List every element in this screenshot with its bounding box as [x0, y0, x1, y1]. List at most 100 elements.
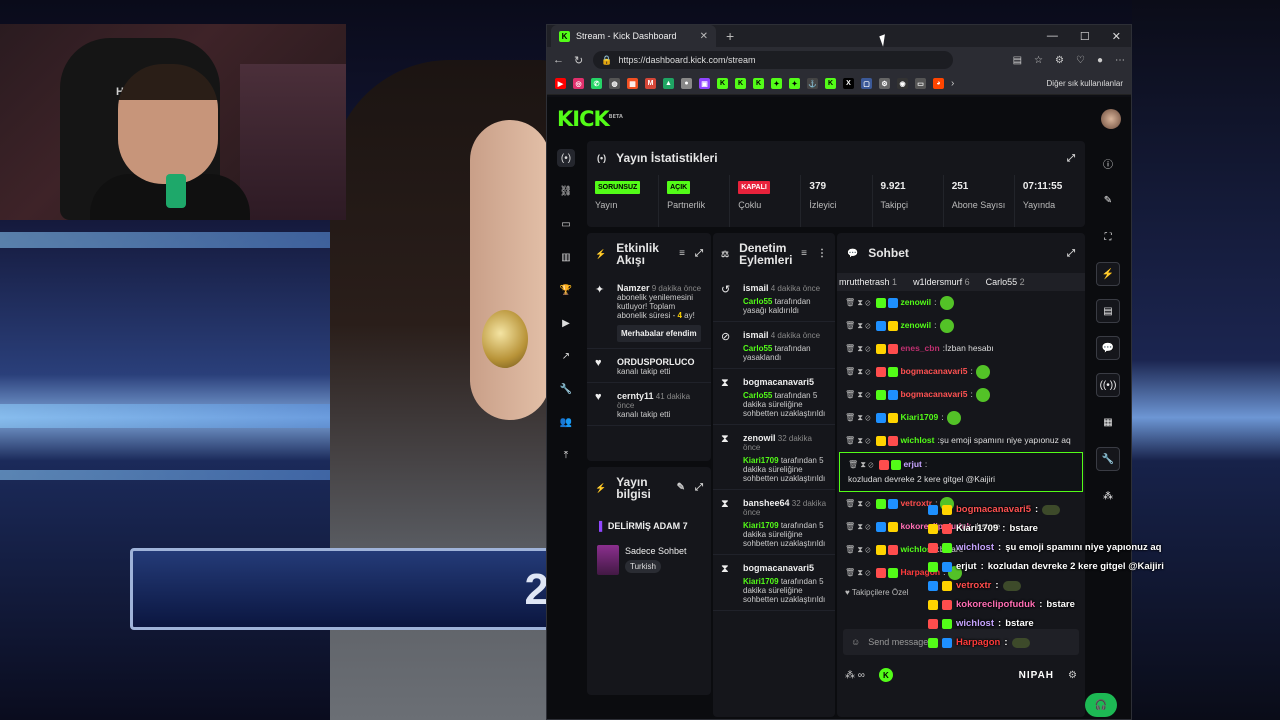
popout-icon[interactable]: ⤢ [1067, 153, 1075, 164]
star-icon[interactable]: ☆ [1034, 55, 1043, 66]
twitch-bookmark-icon[interactable]: ▣ [699, 78, 710, 89]
delete-icon[interactable]: 🗑 ⧗ ⊘ [845, 433, 870, 448]
delete-icon[interactable]: 🗑 ⧗ ⊘ [845, 542, 870, 557]
kick-bookmark-icon[interactable]: K [825, 78, 836, 89]
other-bookmarks[interactable]: Diğer sık kullanılanlar [1047, 79, 1123, 88]
nav-wrench-icon[interactable]: 🔧 [557, 380, 575, 398]
more-icon[interactable]: ⋮ [817, 248, 827, 260]
gmail-bookmark-icon[interactable]: M [645, 78, 656, 89]
nav-trophy-icon[interactable]: 🏆 [557, 281, 575, 299]
bookmark-icon[interactable]: ⚙ [879, 78, 890, 89]
wrench-icon[interactable]: 🔧 [1096, 447, 1120, 471]
settings-icon[interactable]: ⚙ [1068, 670, 1077, 681]
bookmark-icon[interactable]: ⚓ [807, 78, 818, 89]
more-bookmarks-icon[interactable]: › [951, 78, 954, 89]
integrations-icon[interactable]: ⁂ ∞ [845, 670, 865, 681]
nav-video-icon[interactable]: ▶ [557, 314, 575, 332]
youtube-bookmark-icon[interactable]: ▶ [555, 78, 566, 89]
delete-icon[interactable]: 🗑 ⧗ ⊘ [845, 496, 870, 511]
avatar[interactable] [1101, 109, 1121, 129]
whatsapp-bookmark-icon[interactable]: ✆ [591, 78, 602, 89]
gifter-entry[interactable]: mrutthetrash 1 [839, 277, 897, 287]
bookmark-icon[interactable]: ◉ [897, 78, 908, 89]
delete-icon[interactable]: 🗑 ⧗ ⊘ [845, 341, 870, 356]
nav-window-icon[interactable]: ▭ [557, 215, 575, 233]
kick-bookmark-icon[interactable]: K [753, 78, 764, 89]
chat-username[interactable]: zenowil [900, 295, 931, 310]
broadcast-icon[interactable]: ((•)) [1096, 373, 1120, 397]
popout-icon[interactable]: ⤢ [695, 248, 703, 260]
bolt-icon[interactable]: ⚡ [1096, 262, 1120, 286]
delete-icon[interactable]: 🗑 ⧗ ⊘ [845, 364, 870, 379]
nav-users-icon[interactable]: 👥 [557, 413, 575, 431]
delete-icon[interactable]: 🗑 ⧗ ⊘ [845, 387, 870, 402]
event-line: cernty11 41 dakika önce [617, 391, 703, 410]
nav-analytics-icon[interactable]: ▥ [557, 248, 575, 266]
delete-icon[interactable]: 🗑 ⧗ ⊘ [845, 565, 870, 580]
info-icon[interactable]: ⓘ [1096, 151, 1120, 175]
microsoft-bookmark-icon[interactable]: ▦ [627, 78, 638, 89]
nav-chart-icon[interactable]: ↗ [557, 347, 575, 365]
nav-stream-icon[interactable]: (•) [557, 149, 575, 167]
filter-icon[interactable]: ≡ [801, 248, 807, 260]
chat-username[interactable]: Kiari1709 [900, 410, 938, 425]
nipah-logo[interactable]: NIPAH [1019, 670, 1054, 681]
edit-icon[interactable]: ✎ [1096, 188, 1120, 212]
url-field[interactable]: 🔒 https://dashboard.kick.com/stream [593, 51, 954, 69]
gifter-entry[interactable]: w1ldersmurf 6 [913, 277, 970, 287]
kick-bookmark-icon[interactable]: ✦ [771, 78, 782, 89]
reload-icon[interactable]: ↻ [574, 54, 583, 67]
notes-icon[interactable]: ▤ [1096, 299, 1120, 323]
x-bookmark-icon[interactable]: X [843, 78, 854, 89]
kick-bookmark-icon[interactable]: K [735, 78, 746, 89]
nav-upload-icon[interactable]: ⤒ [557, 446, 575, 464]
bookmark-icon[interactable]: ● [681, 78, 692, 89]
profile-icon[interactable]: ● [1097, 55, 1103, 66]
kick-bookmark-icon[interactable]: K [717, 78, 728, 89]
menu-icon[interactable]: ⋯ [1115, 55, 1125, 66]
headset-icon[interactable]: 🎧 [1085, 693, 1117, 717]
close-tab-icon[interactable]: ✕ [700, 31, 708, 42]
reply-button[interactable]: Merhabalar efendim [617, 325, 701, 342]
fullscreen-icon[interactable]: ⛶ [1096, 225, 1120, 249]
drive-bookmark-icon[interactable]: ▲ [663, 78, 674, 89]
delete-icon[interactable]: 🗑 ⧗ ⊘ [848, 457, 873, 472]
chat-username[interactable]: bogmacanavari5 [900, 387, 967, 402]
bookmark-icon[interactable]: ▭ [915, 78, 926, 89]
delete-icon[interactable]: 🗑 ⧗ ⊘ [845, 295, 870, 310]
edit-icon[interactable]: ✎ [677, 482, 685, 494]
chat-bubble-icon[interactable]: 💬 [1096, 336, 1120, 360]
chat-username[interactable]: bogmacanavari5 [900, 364, 967, 379]
nav-link-icon[interactable]: ⛓ [557, 182, 575, 200]
extensions-icon[interactable]: ⚙ [1055, 55, 1064, 66]
browser-tab[interactable]: K Stream - Kick Dashboard ✕ [551, 25, 716, 47]
close-window-icon[interactable]: ✕ [1112, 30, 1121, 43]
delete-icon[interactable]: 🗑 ⧗ ⊘ [845, 410, 870, 425]
gifter-entry[interactable]: Carlo55 2 [986, 277, 1025, 287]
maximize-icon[interactable]: ☐ [1080, 30, 1090, 43]
popout-icon[interactable]: ⤢ [695, 482, 703, 494]
chat-username[interactable]: enes_cbn [900, 341, 939, 356]
delete-icon[interactable]: 🗑 ⧗ ⊘ [845, 318, 870, 333]
kick-logo[interactable]: KICKBETA [557, 107, 623, 131]
filter-icon[interactable]: ≡ [679, 248, 685, 260]
delete-icon[interactable]: 🗑 ⧗ ⊘ [845, 519, 870, 534]
emote-icon[interactable]: ☺ [851, 637, 860, 647]
favorites-icon[interactable]: ♡ [1076, 55, 1085, 66]
chat-username[interactable]: zenowil [900, 318, 931, 333]
chat-username[interactable]: wichlost [900, 433, 934, 448]
globe-bookmark-icon[interactable]: ◍ [609, 78, 620, 89]
layout-icon[interactable]: ▦ [1096, 410, 1120, 434]
minimize-icon[interactable]: — [1047, 30, 1058, 43]
chat-username[interactable]: erjut [903, 457, 921, 472]
kick-icon[interactable]: K [878, 668, 893, 682]
popout-icon[interactable]: ⤢ [1067, 248, 1075, 259]
back-icon[interactable]: ← [553, 54, 564, 66]
new-tab-icon[interactable]: + [726, 28, 734, 44]
chat-message: 🗑 ⧗ ⊘ enes_cbn: İzban hesabı [837, 337, 1085, 360]
reddit-bookmark-icon[interactable]: ◕ [933, 78, 944, 89]
kick-bookmark-icon[interactable]: ✦ [789, 78, 800, 89]
reader-icon[interactable]: ▤ [1013, 55, 1022, 66]
instagram-bookmark-icon[interactable]: ◎ [573, 78, 584, 89]
bookmark-icon[interactable]: ▢ [861, 78, 872, 89]
